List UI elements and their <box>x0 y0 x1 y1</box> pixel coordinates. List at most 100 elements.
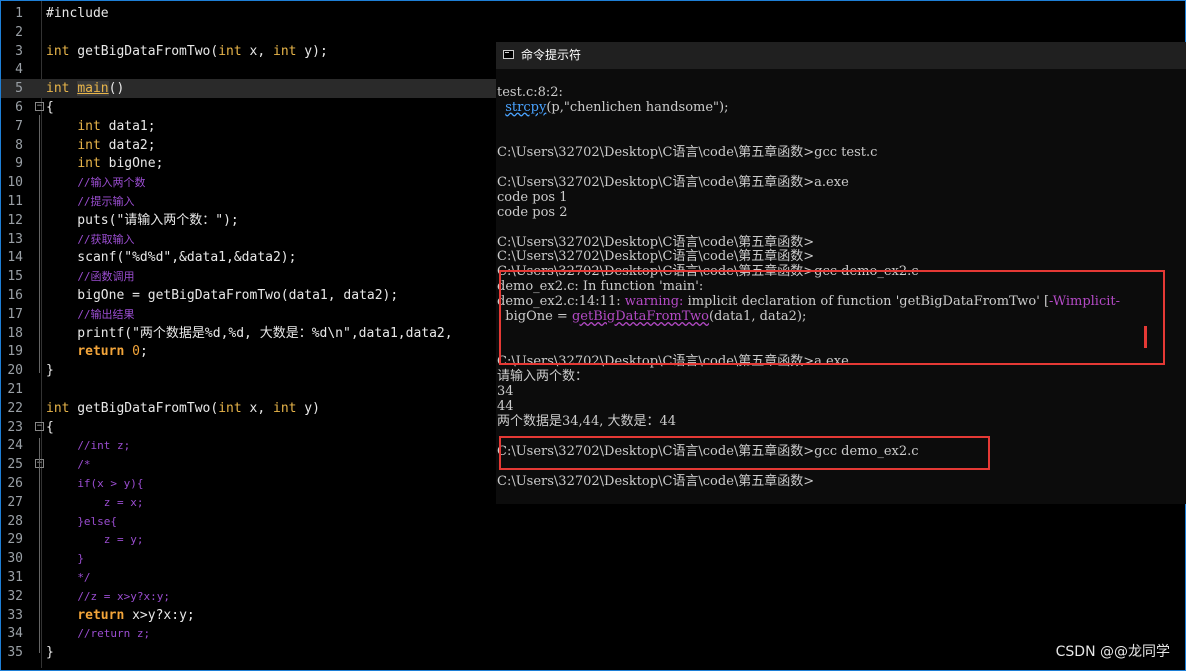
line-number: 13 <box>7 231 23 247</box>
command-prompt-window[interactable]: 命令提示符 test.c:8:2: strcpy(p,"chenlichen h… <box>496 42 1186 504</box>
code-text: puts("请输入两个数："); <box>46 212 239 228</box>
code-text: int getBigDataFromTwo(int x, int y); <box>46 43 328 59</box>
cmd-line: strcpy(p,"chenlichen handsome"); <box>505 99 729 115</box>
code-text: if(x > y){ <box>77 477 144 490</box>
watermark: CSDN @@龙同学 <box>1055 644 1170 660</box>
line-number: 3 <box>15 43 23 59</box>
fold-toggle-icon[interactable]: − <box>35 421 44 431</box>
line-number: 7 <box>15 118 23 134</box>
cmd-line: 请输入两个数： <box>497 369 589 385</box>
cmd-title: 命令提示符 <box>521 48 582 62</box>
code-line[interactable]: 35} <box>1 643 1184 662</box>
code-line[interactable]: 2 <box>1 23 1184 42</box>
code-text: return x>y?x:y; <box>77 607 195 623</box>
cmd-line: 44 <box>497 398 514 414</box>
line-number: 31 <box>7 570 23 585</box>
code-text: int main() <box>46 81 125 97</box>
code-line[interactable]: 1 #include <box>1 4 1184 23</box>
line-number: 24 <box>7 438 23 454</box>
line-number: 33 <box>7 607 23 623</box>
code-text: #include <box>46 6 117 21</box>
code-text: //return z; <box>77 627 151 641</box>
line-number: 23 <box>7 419 23 435</box>
cmd-line: code pos 1 <box>497 189 568 205</box>
line-number: 2 <box>15 24 23 40</box>
code-line[interactable]: 28 }else{ <box>1 512 1184 531</box>
line-number: 8 <box>15 137 23 153</box>
line-number: 5 <box>15 81 23 97</box>
line-number: 34 <box>7 626 23 642</box>
cmd-titlebar[interactable]: 命令提示符 <box>496 42 1186 69</box>
code-text: //int z; <box>77 439 131 453</box>
code-text: //获取输入 <box>77 232 135 246</box>
terminal-icon <box>503 50 514 59</box>
code-text: int getBigDataFromTwo(int x, int y) <box>46 400 320 416</box>
line-number: 20 <box>7 363 23 379</box>
line-number: 4 <box>15 62 23 78</box>
code-text: } <box>77 552 84 566</box>
code-text: { <box>46 419 54 435</box>
cmd-line: C:\Users\32702\Desktop\C语言\code\第五章函数>a.… <box>497 174 849 190</box>
line-number: 16 <box>7 288 23 303</box>
line-number: 6 <box>15 100 23 115</box>
cmd-line: test.c:8:2: <box>497 85 563 100</box>
code-text: int data2; <box>77 137 156 153</box>
code-text: scanf("%d%d",&data1,&data2); <box>46 250 297 266</box>
line-number: 28 <box>7 513 23 529</box>
code-text: //z = x>y?x:y; <box>77 589 171 603</box>
cmd-line: 34 <box>497 384 514 399</box>
cmd-line: C:\Users\32702\Desktop\C语言\code\第五章函数> <box>497 234 815 250</box>
line-number: 14 <box>7 250 23 266</box>
code-text: printf("两个数据是%d,%d, 大数是：%d\n",data1,data… <box>46 325 453 341</box>
code-line[interactable]: 30 } <box>1 549 1184 568</box>
cmd-line: C:\Users\32702\Desktop\C语言\code\第五章函数>gc… <box>497 144 878 160</box>
code-line[interactable]: 34 //return z; <box>1 624 1184 643</box>
code-line[interactable]: 33 return x>y?x:y; <box>1 606 1184 625</box>
code-line[interactable]: 29 z = y; <box>1 530 1184 549</box>
code-text: //提示输入 <box>77 195 135 208</box>
code-text: }else{ <box>77 514 118 528</box>
fold-toggle-icon[interactable]: − <box>35 102 44 111</box>
line-number: 9 <box>15 156 23 172</box>
highlight-box-compile <box>499 436 990 470</box>
line-number: 26 <box>7 476 23 491</box>
cmd-line: code pos 2 <box>497 204 568 220</box>
line-number: 35 <box>7 645 23 661</box>
code-text: int data1; <box>77 118 156 134</box>
line-number: 10 <box>7 175 23 191</box>
line-number: 27 <box>7 494 23 510</box>
code-text: //函数调用 <box>77 270 135 284</box>
line-number: 12 <box>7 212 23 228</box>
line-number: 25 <box>7 457 23 473</box>
line-number: 15 <box>7 269 23 285</box>
code-text: int bigOne; <box>77 156 164 172</box>
code-text: //输出结果 <box>77 307 135 321</box>
line-number: 29 <box>7 532 23 548</box>
cmd-line: 两个数据是34,44, 大数是：44 <box>497 413 677 429</box>
code-text: } <box>46 363 54 379</box>
cmd-line: C:\Users\32702\Desktop\C语言\code\第五章函数> <box>497 473 815 489</box>
code-text: { <box>46 100 54 115</box>
fold-guide-func <box>39 438 40 653</box>
code-text: */ <box>77 571 91 584</box>
code-line[interactable]: 32 //z = x>y?x:y; <box>1 587 1184 606</box>
code-text: z = x; <box>77 495 144 509</box>
line-number: 17 <box>7 306 23 322</box>
line-number: 22 <box>7 400 23 416</box>
code-line[interactable]: 31 */ <box>1 568 1184 587</box>
code-text: } <box>46 645 54 661</box>
line-number: 11 <box>7 194 23 209</box>
code-text: return 0; <box>77 344 148 360</box>
code-text: /* <box>77 458 91 472</box>
highlight-cursor-mark <box>1144 326 1147 348</box>
code-text: z = y; <box>77 533 144 547</box>
line-number: 30 <box>7 551 23 567</box>
line-number: 32 <box>7 588 23 604</box>
line-number: 1 <box>15 6 23 21</box>
line-number: 19 <box>7 344 23 360</box>
line-number: 21 <box>7 382 23 397</box>
cmd-line: C:\Users\32702\Desktop\C语言\code\第五章函数> <box>497 249 815 265</box>
highlight-box-warning <box>499 270 1165 365</box>
fold-guide-main <box>39 115 40 373</box>
code-text: //输入两个数 <box>77 176 146 190</box>
